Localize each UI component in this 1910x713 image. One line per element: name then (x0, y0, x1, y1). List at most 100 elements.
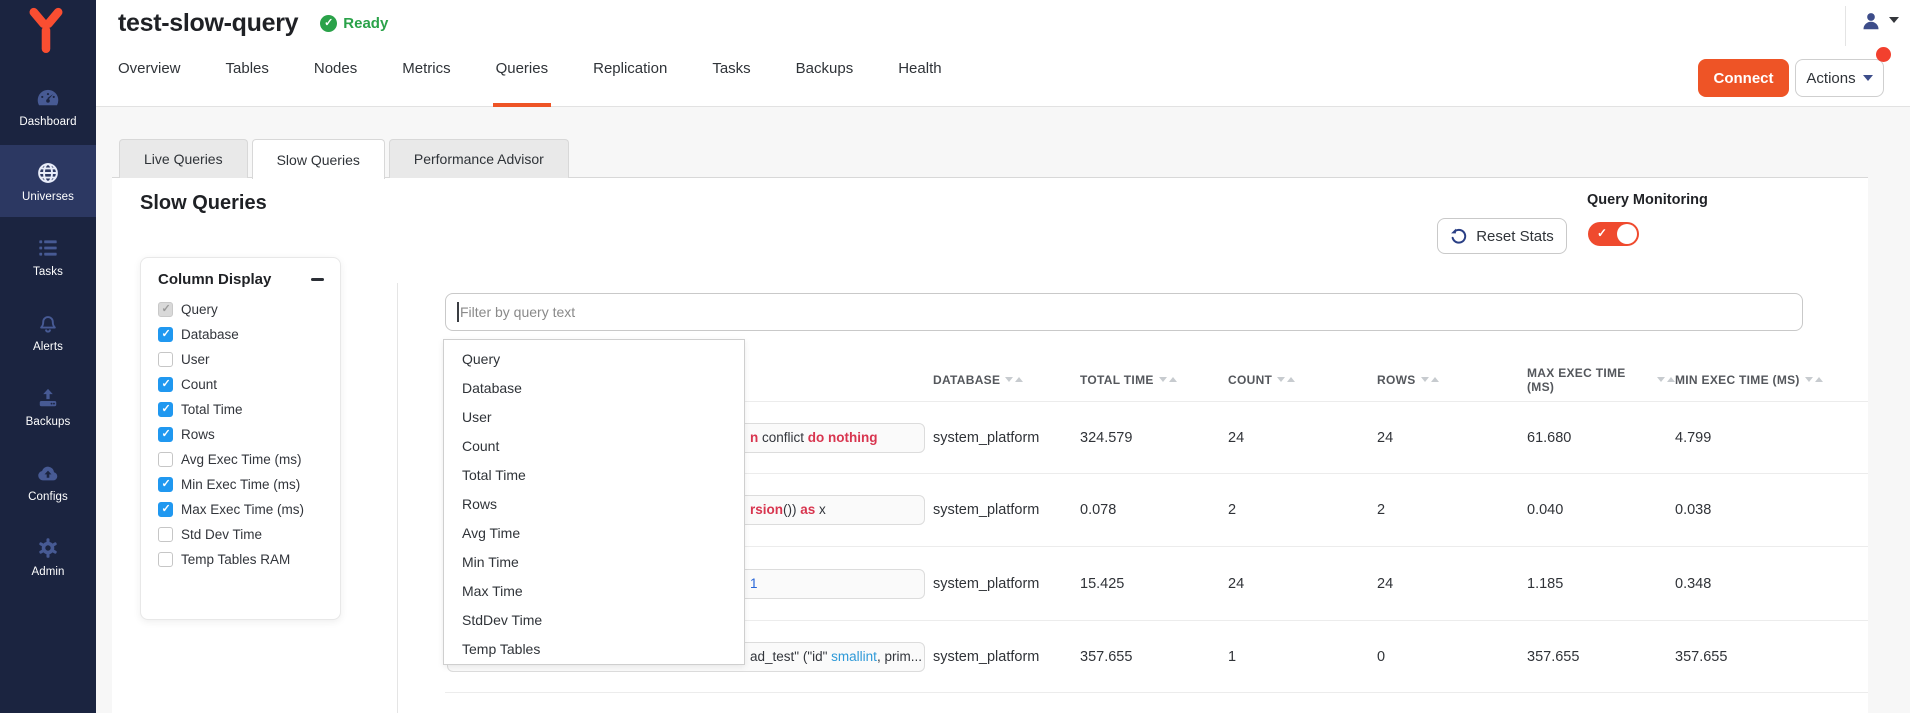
checkbox-label: Std Dev Time (181, 527, 262, 542)
dropdown-item-rows[interactable]: Rows (444, 490, 744, 519)
nav-tab-replication[interactable]: Replication (593, 58, 667, 107)
checkbox[interactable] (158, 402, 173, 417)
col-header-rows[interactable]: ROWS (1377, 373, 1527, 387)
checkbox-label: Query (181, 302, 218, 317)
chevron-down-icon (1863, 75, 1873, 81)
sidebar-item-label: Tasks (33, 266, 63, 278)
dropdown-item-database[interactable]: Database (444, 374, 744, 403)
alerts-icon (35, 310, 61, 336)
column-display-header: Column Display (141, 258, 340, 297)
query-monitoring-toggle[interactable]: ✓ (1588, 222, 1639, 246)
checkbox[interactable] (158, 452, 173, 467)
checkbox-label: Rows (181, 427, 215, 442)
nav-tab-overview[interactable]: Overview (118, 58, 181, 107)
col-header-total-time[interactable]: TOTAL TIME (1080, 373, 1228, 387)
checkbox-label: Database (181, 327, 239, 342)
cell-rows: 2 (1377, 502, 1527, 518)
column-option-min-exec-time-ms-[interactable]: Min Exec Time (ms) (141, 472, 340, 497)
dropdown-item-stddev-time[interactable]: StdDev Time (444, 606, 744, 635)
dropdown-item-min-time[interactable]: Min Time (444, 548, 744, 577)
sidebar-item-alerts[interactable]: Alerts (0, 295, 96, 367)
column-option-max-exec-time-ms-[interactable]: Max Exec Time (ms) (141, 497, 340, 522)
dropdown-item-temp-tables[interactable]: Temp Tables (444, 635, 744, 664)
column-option-rows[interactable]: Rows (141, 422, 340, 447)
subtab-slow-queries[interactable]: Slow Queries (252, 139, 385, 179)
checkbox-label: User (181, 352, 210, 367)
column-option-database[interactable]: Database (141, 322, 340, 347)
nav-tab-tables[interactable]: Tables (226, 58, 269, 107)
cell-min-exec-time: 357.655 (1675, 649, 1868, 665)
col-header-label: TOTAL TIME (1080, 373, 1154, 387)
query-filter-input[interactable] (445, 293, 1803, 331)
nav-tab-health[interactable]: Health (898, 58, 941, 107)
col-header-max-exec-time-ms-[interactable]: MAX EXEC TIME (MS) (1527, 366, 1675, 394)
reset-icon (1450, 228, 1467, 245)
cell-count: 2 (1228, 502, 1377, 518)
dropdown-item-avg-time[interactable]: Avg Time (444, 519, 744, 548)
dropdown-item-user[interactable]: User (444, 403, 744, 432)
cell-total-time: 357.655 (1080, 649, 1228, 665)
universe-header: test-slow-query ✓ Ready OverviewTablesNo… (96, 0, 1910, 107)
user-avatar[interactable] (1860, 10, 1882, 32)
queries-subtabs: Live QueriesSlow QueriesPerformance Advi… (119, 139, 569, 179)
actions-button[interactable]: Actions (1795, 59, 1884, 97)
dropdown-item-total-time[interactable]: Total Time (444, 461, 744, 490)
col-header-database[interactable]: DATABASE (933, 373, 1080, 387)
checkbox[interactable] (158, 377, 173, 392)
sort-arrows-icon (1277, 377, 1295, 382)
dropdown-item-query[interactable]: Query (444, 345, 744, 374)
column-option-user[interactable]: User (141, 347, 340, 372)
sidebar-item-configs[interactable]: Configs (0, 445, 96, 517)
cell-database: system_platform (933, 649, 1080, 665)
cell-max-exec-time: 61.680 (1527, 430, 1675, 446)
universe-icon (35, 160, 61, 186)
dropdown-item-max-time[interactable]: Max Time (444, 577, 744, 606)
column-option-total-time[interactable]: Total Time (141, 397, 340, 422)
column-option-query[interactable]: Query (141, 297, 340, 322)
panel-divider (397, 283, 398, 713)
column-option-temp-tables-ram[interactable]: Temp Tables RAM (141, 547, 340, 572)
cell-max-exec-time: 357.655 (1527, 649, 1675, 665)
nav-tab-metrics[interactable]: Metrics (402, 58, 450, 107)
checkbox[interactable] (158, 427, 173, 442)
dropdown-item-count[interactable]: Count (444, 432, 744, 461)
slow-queries-panel: Slow Queries Query Monitoring ✓ Reset St… (112, 177, 1868, 713)
sidebar-item-dashboard[interactable]: Dashboard (0, 70, 96, 142)
connect-button[interactable]: Connect (1698, 59, 1789, 97)
cell-total-time: 0.078 (1080, 502, 1228, 518)
col-header-count[interactable]: COUNT (1228, 373, 1377, 387)
col-header-min-exec-time-ms-[interactable]: MIN EXEC TIME (MS) (1675, 373, 1868, 387)
subtab-performance-advisor[interactable]: Performance Advisor (389, 139, 569, 178)
cell-count: 24 (1228, 576, 1377, 592)
sort-arrows-icon (1805, 377, 1823, 382)
sidebar-item-admin[interactable]: Admin (0, 520, 96, 592)
user-menu-caret-icon[interactable] (1889, 17, 1899, 23)
sidebar-item-tasks[interactable]: Tasks (0, 220, 96, 292)
cell-min-exec-time: 0.348 (1675, 576, 1868, 592)
sidebar-item-backups[interactable]: Backups (0, 370, 96, 442)
column-option-std-dev-time[interactable]: Std Dev Time (141, 522, 340, 547)
sidebar-item-universes[interactable]: Universes (0, 145, 96, 217)
reset-stats-button[interactable]: Reset Stats (1437, 218, 1567, 254)
subtab-live-queries[interactable]: Live Queries (119, 139, 248, 178)
sidebar-item-label: Dashboard (19, 116, 76, 128)
column-checkbox-list: Query Database User CountTotal Time Rows Avg … (141, 297, 340, 572)
column-option-avg-exec-time-ms-[interactable]: Avg Exec Time (ms) (141, 447, 340, 472)
reset-stats-label: Reset Stats (1476, 228, 1554, 245)
checkbox[interactable] (158, 327, 173, 342)
collapse-minus-icon[interactable] (311, 278, 324, 281)
checkbox[interactable] (158, 527, 173, 542)
nav-tab-queries[interactable]: Queries (496, 58, 549, 107)
status-label: Ready (343, 15, 388, 32)
checkbox[interactable] (158, 502, 173, 517)
checkbox[interactable] (158, 552, 173, 567)
page-title: test-slow-query (118, 9, 298, 38)
checkbox[interactable] (158, 352, 173, 367)
column-option-count[interactable]: Count (141, 372, 340, 397)
nav-tab-tasks[interactable]: Tasks (712, 58, 750, 107)
nav-tab-backups[interactable]: Backups (796, 58, 854, 107)
nav-tab-nodes[interactable]: Nodes (314, 58, 357, 107)
yugabyte-logo-icon[interactable] (24, 6, 68, 50)
checkbox[interactable] (158, 477, 173, 492)
sidebar-item-label: Configs (28, 491, 68, 503)
